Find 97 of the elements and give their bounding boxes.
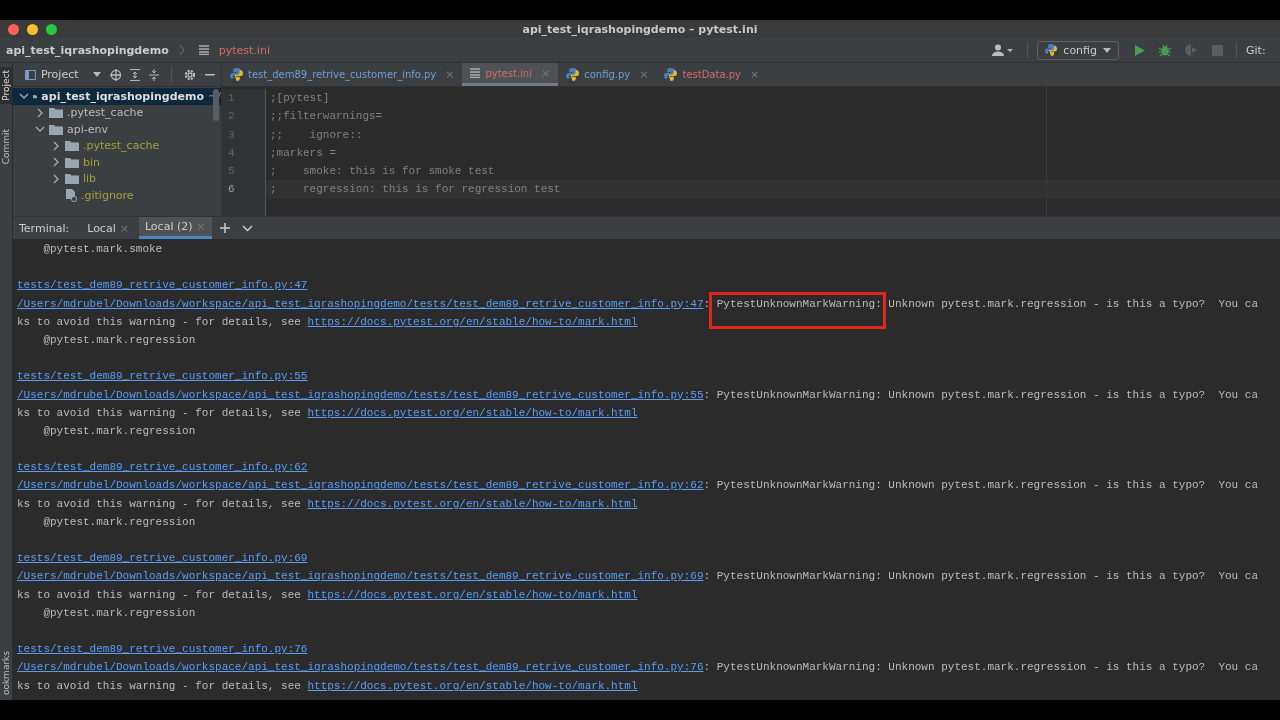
terminal-label: Terminal: <box>19 221 70 235</box>
file-link[interactable]: tests/test_dem89_retrive_customer_info.py:69 <box>17 552 308 565</box>
minimize-panel-icon[interactable] <box>205 73 215 76</box>
caret-icon <box>1103 47 1111 53</box>
file-link[interactable]: tests/test_dem89_retrive_customer_info.py:62 <box>17 461 308 474</box>
python-icon <box>664 68 678 81</box>
terminal-text: ks to avoid this warning - for details, see <box>17 315 302 328</box>
docs-link[interactable]: https://docs.pytest.org/en/stable/how-to/mark.html <box>307 315 638 328</box>
terminal-tab[interactable]: Local (2) × <box>138 217 212 239</box>
zoom-window-button[interactable] <box>46 23 57 35</box>
terminal-text: : <box>703 661 711 674</box>
window-title: api_test_iqrashopingdemo – pytest.ini <box>521 22 759 36</box>
code-line: ;markers = <box>269 145 337 161</box>
file-link[interactable]: /Users/mdrubel/Downloads/workspace/api_test_iqrashopingdemo/tests/test_dem89_retrive_customer_info.py:76 <box>17 661 704 674</box>
python-icon <box>1045 44 1058 56</box>
panel-icon <box>25 69 36 80</box>
tree-item[interactable]: .pytest_cache <box>13 137 221 154</box>
text-file-icon <box>470 68 481 78</box>
chevron-icon[interactable] <box>51 140 61 151</box>
warning-name: PytestUnknownMarkWarning: <box>716 661 882 674</box>
add-icon[interactable] <box>219 223 230 233</box>
terminal-text: : <box>703 388 711 401</box>
chevron-icon[interactable] <box>51 173 61 184</box>
tree-item[interactable]: api-env <box>13 121 221 138</box>
debug-bug-icon[interactable] <box>1159 44 1171 56</box>
code-line: ;; ignore:: <box>269 127 364 143</box>
warning-name: PytestUnknownMarkWarning: <box>716 297 882 310</box>
docs-link[interactable]: https://docs.pytest.org/en/stable/how-to/mark.html <box>307 406 638 419</box>
terminal-text: Unknown pytest.mark.regression - is this a typo? You ca <box>887 661 1259 674</box>
code-line: ;;filterwarnings= <box>269 109 384 125</box>
editor-tab[interactable]: testData.py × <box>656 63 768 86</box>
collapse-all-icon[interactable] <box>149 68 160 81</box>
file-link[interactable]: /Users/mdrubel/Downloads/workspace/api_test_iqrashopingdemo/tests/test_dem89_retrive_customer_info.py:62 <box>17 479 704 492</box>
chevron-icon <box>178 44 185 56</box>
warning-name: PytestUnknownMarkWarning: <box>716 479 882 492</box>
terminal-text: : <box>703 297 711 310</box>
file-link[interactable]: /Users/mdrubel/Downloads/workspace/api_test_iqrashopingdemo/tests/test_dem89_retrive_customer_info.py:55 <box>17 388 704 401</box>
python-icon <box>230 68 243 81</box>
tab-label[interactable]: Local <box>87 221 116 235</box>
expand-all-icon[interactable] <box>130 68 141 81</box>
terminal-text: ks to avoid this warning - for details, see <box>17 497 302 510</box>
minimize-window-button[interactable] <box>27 23 38 35</box>
locate-target-icon[interactable] <box>109 68 122 81</box>
terminal-text: Unknown pytest.mark.regression - is this a typo? You ca <box>887 388 1259 401</box>
breadcrumb-project[interactable]: api_test_iqrashopingdemo <box>6 43 169 57</box>
terminal-text: : <box>703 479 711 492</box>
warning-name: PytestUnknownMarkWarning: <box>716 388 882 401</box>
chevron-icon[interactable] <box>51 157 61 168</box>
run-icon[interactable] <box>1135 44 1145 56</box>
text-file-icon <box>198 45 209 55</box>
user-menu-icon[interactable] <box>992 44 1015 56</box>
terminal-line: @pytest.mark.regression <box>42 423 197 439</box>
warning-name: PytestUnknownMarkWarning: <box>716 570 882 583</box>
terminal-text: ks to avoid this warning - for details, see <box>17 406 302 419</box>
file-link[interactable]: tests/test_dem89_retrive_customer_info.py:76 <box>17 643 308 656</box>
file-link[interactable]: tests/test_dem89_retrive_customer_info.py:55 <box>17 370 308 383</box>
terminal-text: ks to avoid this warning - for details, see <box>17 588 302 601</box>
close-window-button[interactable] <box>8 23 19 35</box>
tree-item[interactable]: bin <box>13 154 221 171</box>
tree-item[interactable]: .pytest_cache <box>13 104 221 121</box>
editor-tab[interactable]: config.py × <box>558 63 657 86</box>
terminal-text: Unknown pytest.mark.regression - is this a typo? You ca <box>887 479 1259 492</box>
terminal-line: @pytest.mark.regression <box>42 605 197 621</box>
line-number: 6 <box>228 182 236 198</box>
docs-link[interactable]: https://docs.pytest.org/en/stable/how-to/mark.html <box>307 588 638 601</box>
file-link[interactable]: /Users/mdrubel/Downloads/workspace/api_test_iqrashopingdemo/tests/test_dem89_retrive_customer_info.py:69 <box>17 570 704 583</box>
editor-tab[interactable]: test_dem89_retrive_customer_info.py × <box>222 63 463 86</box>
vcs-label: Git: <box>1246 43 1267 57</box>
code-line: ; smoke: this is for smoke test <box>269 164 496 180</box>
chevron-icon[interactable] <box>35 107 45 118</box>
docs-link[interactable]: https://docs.pytest.org/en/stable/how-to/mark.html <box>307 679 638 692</box>
chevron-down-icon[interactable] <box>241 224 253 232</box>
tool-window-tab[interactable]: Project <box>0 67 12 104</box>
tool-window-tab[interactable]: Commit <box>0 125 12 168</box>
file-icon <box>65 188 77 202</box>
terminal-text: Unknown pytest.mark.regression - is this a typo? You ca <box>887 570 1259 583</box>
caret-icon <box>92 72 101 77</box>
tool-window-tab[interactable]: ookmarks <box>0 647 12 700</box>
tab-label[interactable]: Local (2) <box>144 220 193 233</box>
tree-item[interactable]: .gitignore <box>13 187 221 204</box>
file-link[interactable]: tests/test_dem89_retrive_customer_info.py:47 <box>17 279 308 292</box>
run-config-dropdown[interactable]: config <box>1037 40 1119 60</box>
python-icon <box>566 68 580 81</box>
breadcrumb-file[interactable]: pytest.ini <box>218 43 270 57</box>
terminal-text: ks to avoid this warning - for details, see <box>17 679 302 692</box>
terminal-line: @pytest.mark.regression <box>42 514 197 530</box>
tree-item[interactable]: lib <box>13 170 221 187</box>
terminal-line: @pytest.mark.regression <box>42 332 197 348</box>
terminal-text: Unknown pytest.mark.regression - is this a typo? You ca <box>887 297 1259 310</box>
terminal-text: : <box>703 570 711 583</box>
code-line: ;[pytest] <box>269 91 331 106</box>
project-view-dropdown[interactable]: Project <box>40 68 101 81</box>
terminal-line: @pytest.mark.smoke <box>42 242 164 257</box>
docs-link[interactable]: https://docs.pytest.org/en/stable/how-to/mark.html <box>307 497 638 510</box>
file-link[interactable]: /Users/mdrubel/Downloads/workspace/api_test_iqrashopingdemo/tests/test_dem89_retrive_customer_info.py:47 <box>17 297 704 310</box>
terminal-tab[interactable]: Local × <box>81 217 135 239</box>
settings-icon[interactable] <box>184 68 197 81</box>
